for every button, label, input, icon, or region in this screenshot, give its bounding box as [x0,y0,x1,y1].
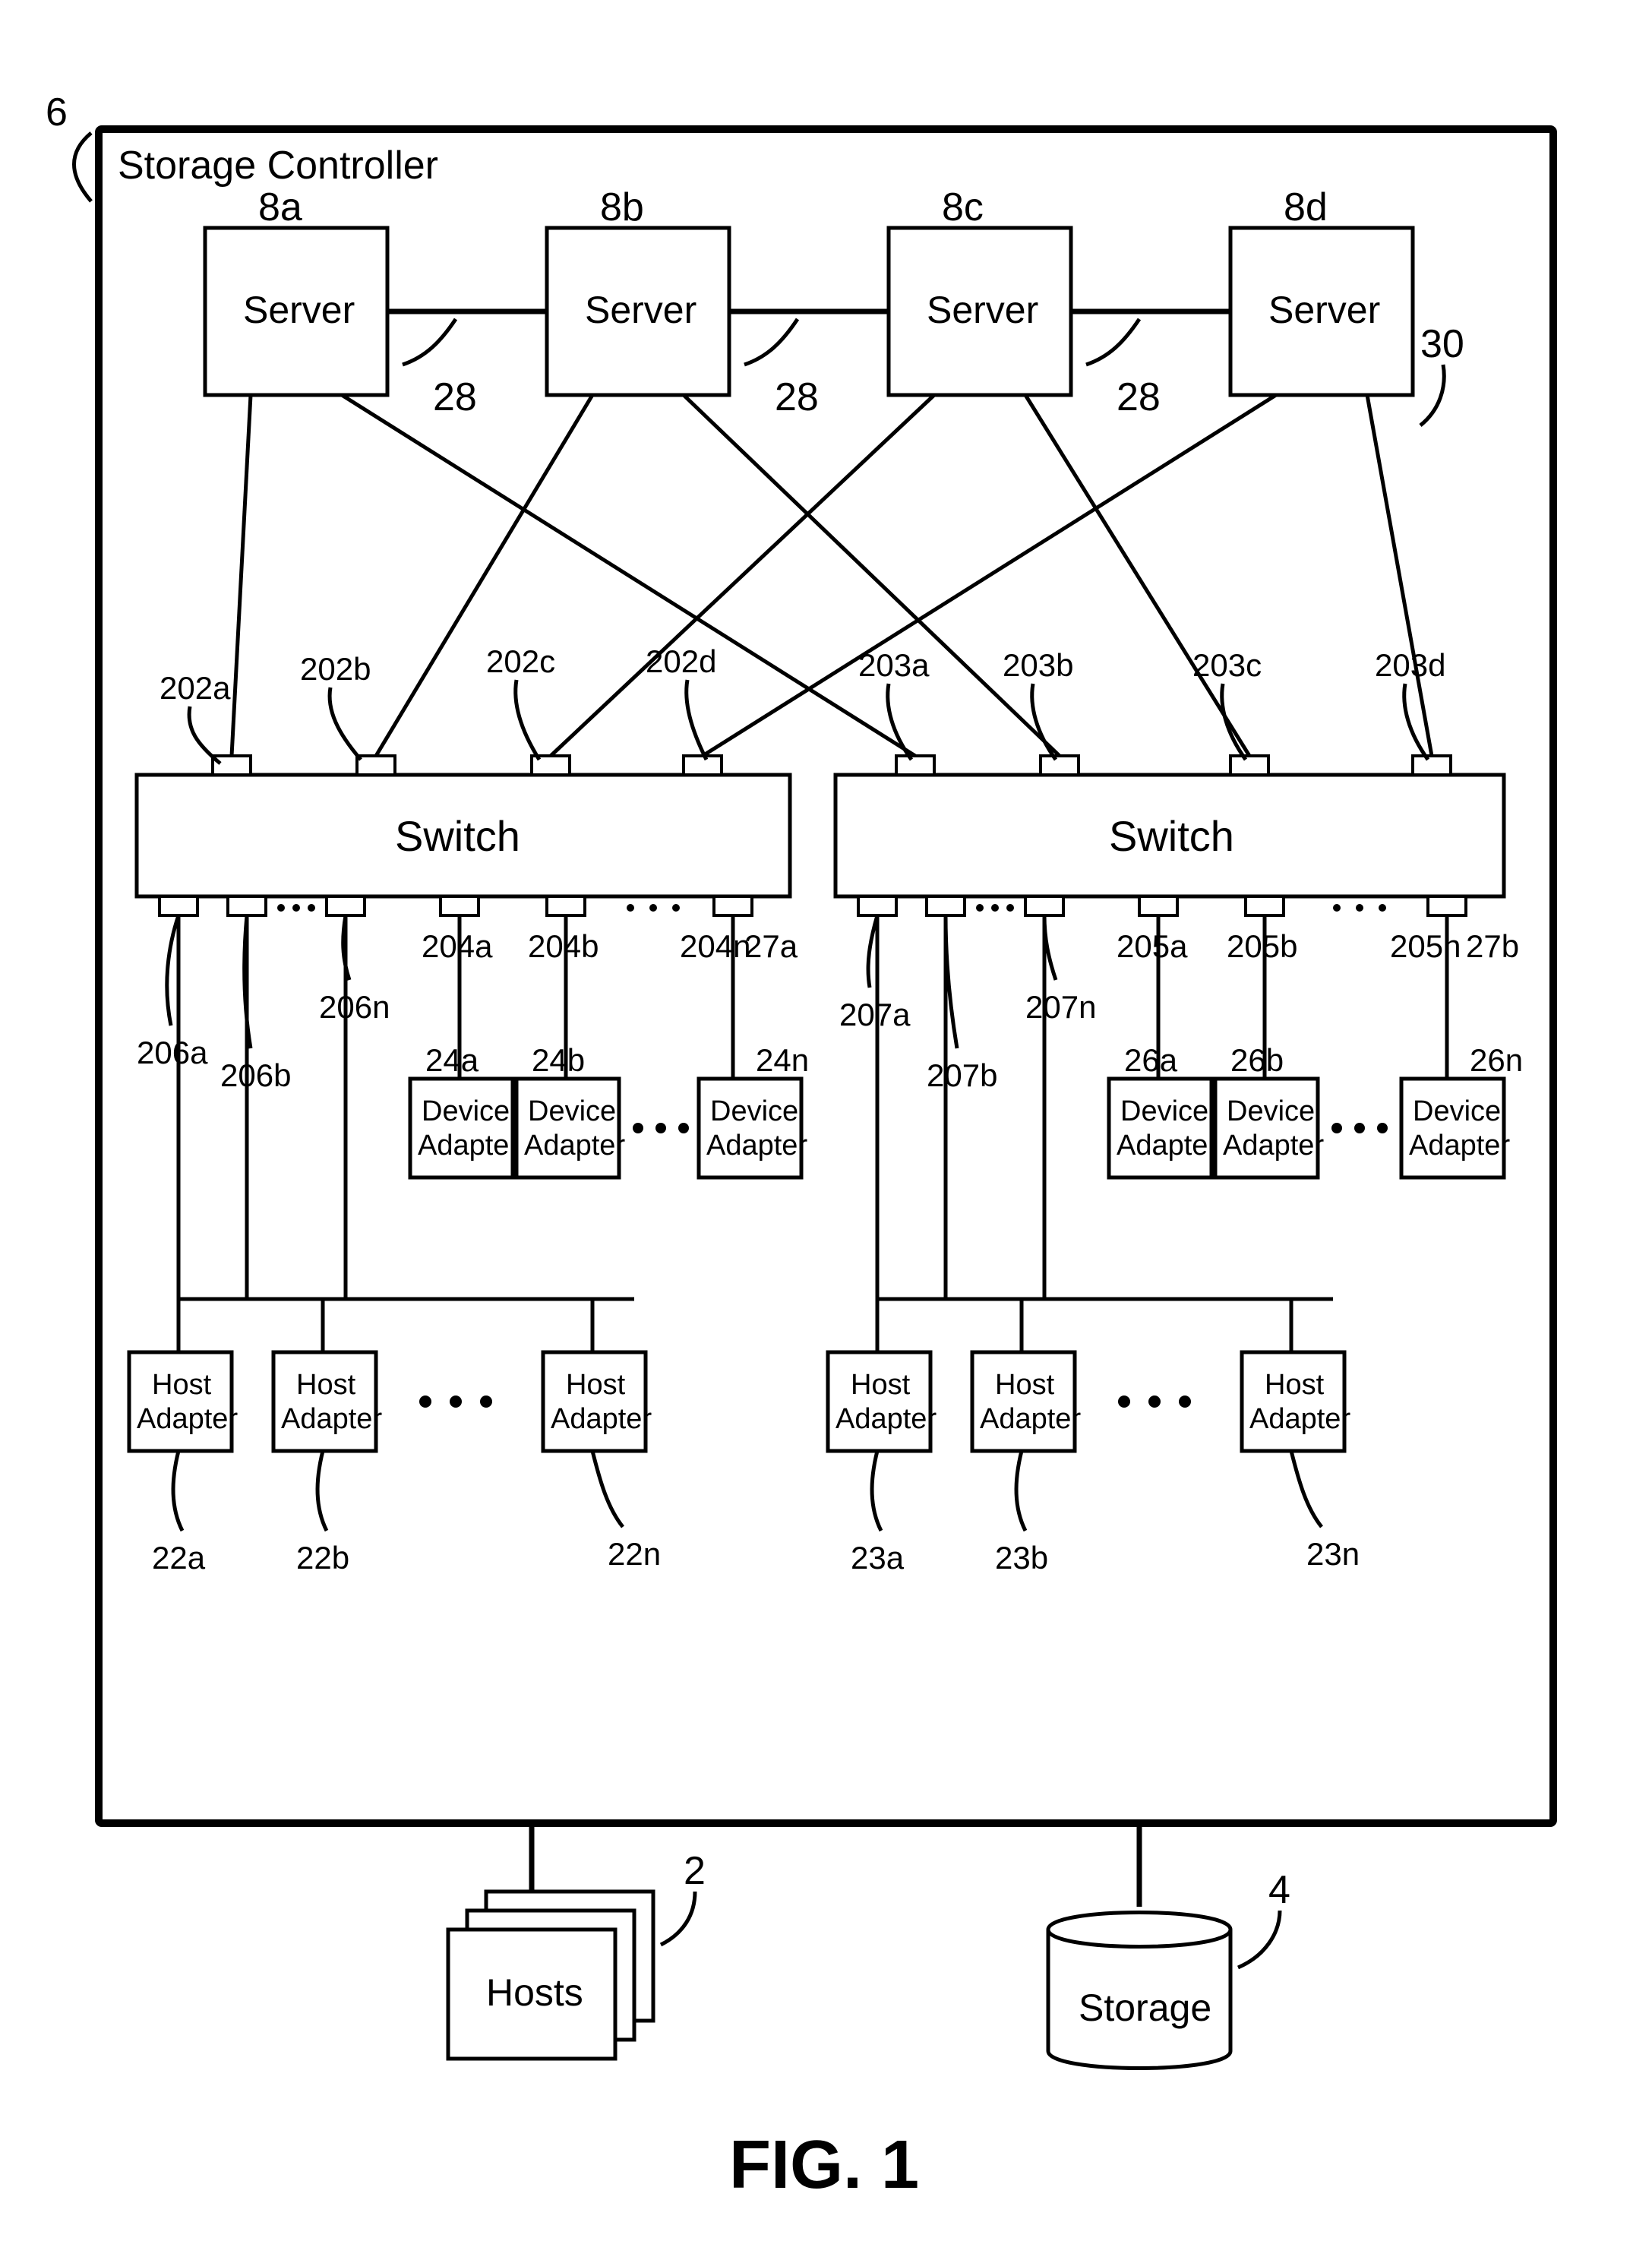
svg-text:Adapter: Adapter [1223,1130,1324,1162]
lbl-205n: 205n [1390,928,1461,964]
ref-28-3: 28 [1117,375,1161,419]
svg-text:Device: Device [1120,1095,1208,1127]
lbl-202c: 202c [486,643,555,679]
svg-text:Adapter: Adapter [418,1130,519,1162]
lbl-204n: 204n [680,928,750,964]
lbl-206a: 206a [137,1035,208,1070]
svg-text:Device: Device [710,1095,798,1127]
lbl-207b: 207b [927,1057,997,1093]
ref-24a: 24a [425,1042,479,1078]
ref-26n: 26n [1470,1042,1523,1078]
ref-26a: 26a [1124,1042,1178,1078]
svg-text:Adapter: Adapter [281,1403,382,1435]
server-label-b: Server [585,289,696,331]
lbl-203d: 203d [1375,647,1445,683]
server-label-c: Server [927,289,1038,331]
switch-right-label: Switch [1109,812,1234,860]
storage-controller-label: Storage Controller [118,144,438,188]
ref-27b: 27b [1466,928,1519,964]
svg-text:Adapter: Adapter [706,1130,807,1162]
svg-text:Adapter: Adapter [835,1403,937,1435]
ref-28-1: 28 [433,375,477,419]
ref-22b: 22b [296,1540,349,1576]
lbl-205a: 205a [1117,928,1188,964]
ref-22a: 22a [152,1540,206,1576]
svg-text:Host: Host [1265,1369,1325,1401]
svg-text:Device: Device [528,1095,616,1127]
svg-text:Adapter: Adapter [980,1403,1081,1435]
lbl-204a: 204a [422,928,493,964]
svg-text:Host: Host [566,1369,626,1401]
ref-24n: 24n [756,1042,809,1078]
switch-left-label: Switch [395,812,520,860]
lbl-207n: 207n [1025,989,1096,1025]
ref-26b: 26b [1230,1042,1284,1078]
storage-icon: Storage 4 [1048,1868,1290,2069]
svg-text:Host: Host [995,1369,1055,1401]
svg-text:Device: Device [1413,1095,1501,1127]
ref-23n: 23n [1306,1536,1360,1572]
ref-4: 4 [1268,1868,1290,1912]
lbl-207a: 207a [839,997,911,1032]
svg-text:Host: Host [296,1369,356,1401]
server-label-d: Server [1268,289,1380,331]
svg-text:Adapter: Adapter [137,1403,238,1435]
svg-text:Adapter: Adapter [551,1403,652,1435]
svg-text:Adapter: Adapter [524,1130,625,1162]
svg-text:Adapter: Adapter [1117,1130,1218,1162]
svg-text:Host: Host [152,1369,212,1401]
ref-8a: 8a [258,185,302,229]
lbl-206b: 206b [220,1057,291,1093]
lbl-205b: 205b [1227,928,1297,964]
ref-30: 30 [1420,322,1464,366]
ref-28-2: 28 [775,375,819,419]
ref-2: 2 [684,1849,706,1893]
ref-8b: 8b [600,185,644,229]
lbl-206n: 206n [319,989,390,1025]
figure-label: FIG. 1 [729,2127,919,2203]
ref-27a: 27a [744,928,798,964]
svg-text:Device: Device [1227,1095,1315,1127]
ref-6: 6 [46,90,68,134]
lbl-203a: 203a [858,647,930,683]
leader-6 [74,133,92,201]
hosts-icon: Hosts 2 [448,1849,706,2059]
ref-23b: 23b [995,1540,1048,1576]
lbl-203b: 203b [1003,647,1073,683]
ref-22n: 22n [608,1536,661,1572]
svg-text:Adapter: Adapter [1249,1403,1350,1435]
hosts-label: Hosts [486,1971,583,2014]
storage-label: Storage [1079,1987,1211,2029]
ref-24b: 24b [532,1042,585,1078]
lbl-204b: 204b [528,928,599,964]
svg-text:Host: Host [851,1369,911,1401]
ref-8d: 8d [1284,185,1328,229]
server-label-a: Server [243,289,355,331]
lbl-202b: 202b [300,651,371,687]
svg-text:Device: Device [422,1095,510,1127]
storage-controller-diagram: Storage Controller 6 Server 8a Server 8b… [0,0,1652,2241]
ref-23a: 23a [851,1540,905,1576]
svg-text:Adapter: Adapter [1409,1130,1510,1162]
ref-8c: 8c [942,185,984,229]
lbl-202d: 202d [646,643,716,679]
lbl-203c: 203c [1192,647,1262,683]
lbl-202a: 202a [160,670,231,706]
